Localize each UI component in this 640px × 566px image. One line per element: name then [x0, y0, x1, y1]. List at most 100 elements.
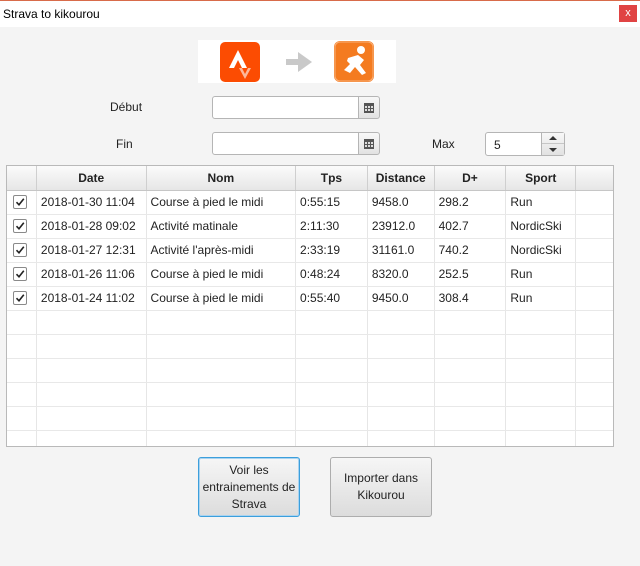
- arrow-down-icon: [549, 147, 557, 152]
- cell-sport: NordicSki: [506, 239, 577, 262]
- empty-row: [7, 383, 613, 407]
- empty-cell: [576, 359, 613, 382]
- cell-sport: Run: [506, 263, 577, 286]
- empty-cell: [37, 335, 147, 358]
- empty-cell: [435, 335, 507, 358]
- empty-cell: [506, 311, 577, 334]
- table-row[interactable]: 2018-01-30 11:04 Course à pied le midi 0:5…: [7, 191, 613, 215]
- row-checkbox[interactable]: [13, 267, 27, 281]
- fin-label: Fin: [116, 137, 133, 151]
- empty-cell: [296, 359, 368, 382]
- empty-cell: [368, 311, 435, 334]
- row-select-cell: [7, 191, 37, 214]
- empty-cell: [368, 407, 435, 430]
- cell-dplus: 252.5: [435, 263, 507, 286]
- column-header-tps[interactable]: Tps: [296, 166, 368, 190]
- checkmark-icon: [15, 270, 25, 279]
- spinner-up-button[interactable]: [542, 133, 564, 144]
- cell-nom: Course à pied le midi: [147, 263, 297, 286]
- debut-calendar-button[interactable]: [358, 96, 380, 119]
- empty-cell: [576, 407, 613, 430]
- row-checkbox[interactable]: [13, 219, 27, 233]
- empty-cell: [506, 431, 577, 446]
- empty-cell: [435, 431, 507, 446]
- activities-table[interactable]: Date Nom Tps Distance D+ Sport 2018-01-3…: [6, 165, 614, 447]
- cell-distance: 9458.0: [368, 191, 435, 214]
- column-header-dplus[interactable]: D+: [435, 166, 507, 190]
- empty-cell: [7, 431, 37, 446]
- empty-row: [7, 311, 613, 335]
- empty-cell: [506, 335, 577, 358]
- cell-date: 2018-01-30 11:04: [37, 191, 147, 214]
- row-select-cell: [7, 263, 37, 286]
- kikourou-logo: [334, 41, 374, 82]
- column-header-distance[interactable]: Distance: [368, 166, 435, 190]
- row-checkbox[interactable]: [13, 243, 27, 257]
- empty-cell: [147, 431, 297, 446]
- cell-nom: Activité matinale: [147, 215, 297, 238]
- max-label: Max: [432, 137, 455, 151]
- empty-cell: [435, 359, 507, 382]
- table-row[interactable]: 2018-01-24 11:02 Course à pied le midi 0:5…: [7, 287, 613, 311]
- row-checkbox[interactable]: [13, 291, 27, 305]
- fin-date-field[interactable]: [212, 132, 359, 155]
- empty-cell: [296, 431, 368, 446]
- empty-cell: [7, 383, 37, 406]
- cell-distance: 9450.0: [368, 287, 435, 310]
- cell-tps: 0:48:24: [296, 263, 368, 286]
- strava-logo: [220, 42, 260, 82]
- cell-tps: 2:11:30: [296, 215, 368, 238]
- table-header: Date Nom Tps Distance D+ Sport: [7, 166, 613, 191]
- empty-cell: [147, 359, 297, 382]
- empty-row: [7, 431, 613, 446]
- empty-cell: [147, 383, 297, 406]
- fin-calendar-button[interactable]: [358, 132, 380, 155]
- cell-distance: 8320.0: [368, 263, 435, 286]
- cell-distance: 23912.0: [368, 215, 435, 238]
- max-value[interactable]: 5: [494, 138, 501, 152]
- checkmark-icon: [15, 246, 25, 255]
- importer-kikourou-button[interactable]: Importer dans Kikourou: [330, 457, 432, 517]
- table-row[interactable]: 2018-01-28 09:02 Activité matinale 2:11:30…: [7, 215, 613, 239]
- debut-date-field[interactable]: [212, 96, 359, 119]
- cell-distance: 31161.0: [368, 239, 435, 262]
- column-header-sport[interactable]: Sport: [506, 166, 577, 190]
- column-header-select[interactable]: [7, 166, 37, 190]
- empty-cell: [296, 311, 368, 334]
- voir-entrainements-button[interactable]: Voir les entrainements de Strava: [198, 457, 300, 517]
- column-header-nom[interactable]: Nom: [147, 166, 297, 190]
- column-header-date[interactable]: Date: [37, 166, 147, 190]
- empty-cell: [368, 359, 435, 382]
- cell-extra: [576, 239, 613, 262]
- spinner-down-button[interactable]: [542, 144, 564, 155]
- row-checkbox[interactable]: [13, 195, 27, 209]
- table-body: 2018-01-30 11:04 Course à pied le midi 0:5…: [7, 191, 613, 446]
- empty-cell: [147, 335, 297, 358]
- empty-cell: [7, 335, 37, 358]
- cell-sport: NordicSki: [506, 215, 577, 238]
- table-row[interactable]: 2018-01-26 11:06 Course à pied le midi 0:4…: [7, 263, 613, 287]
- max-spinner[interactable]: 5: [485, 132, 565, 156]
- cell-extra: [576, 263, 613, 286]
- empty-cell: [435, 383, 507, 406]
- cell-tps: 0:55:40: [296, 287, 368, 310]
- close-button[interactable]: x: [619, 5, 637, 22]
- empty-row: [7, 359, 613, 383]
- column-header-extra[interactable]: [576, 166, 613, 190]
- row-select-cell: [7, 239, 37, 262]
- cell-dplus: 402.7: [435, 215, 507, 238]
- cell-extra: [576, 191, 613, 214]
- cell-sport: Run: [506, 287, 577, 310]
- empty-cell: [7, 407, 37, 430]
- cell-nom: Activité l'après-midi: [147, 239, 297, 262]
- cell-date: 2018-01-28 09:02: [37, 215, 147, 238]
- cell-extra: [576, 215, 613, 238]
- empty-cell: [7, 359, 37, 382]
- empty-cell: [296, 407, 368, 430]
- cell-nom: Course à pied le midi: [147, 287, 297, 310]
- empty-cell: [37, 311, 147, 334]
- calendar-icon: [364, 102, 374, 113]
- table-row[interactable]: 2018-01-27 12:31 Activité l'après-midi 2:3…: [7, 239, 613, 263]
- empty-cell: [37, 359, 147, 382]
- empty-cell: [506, 359, 577, 382]
